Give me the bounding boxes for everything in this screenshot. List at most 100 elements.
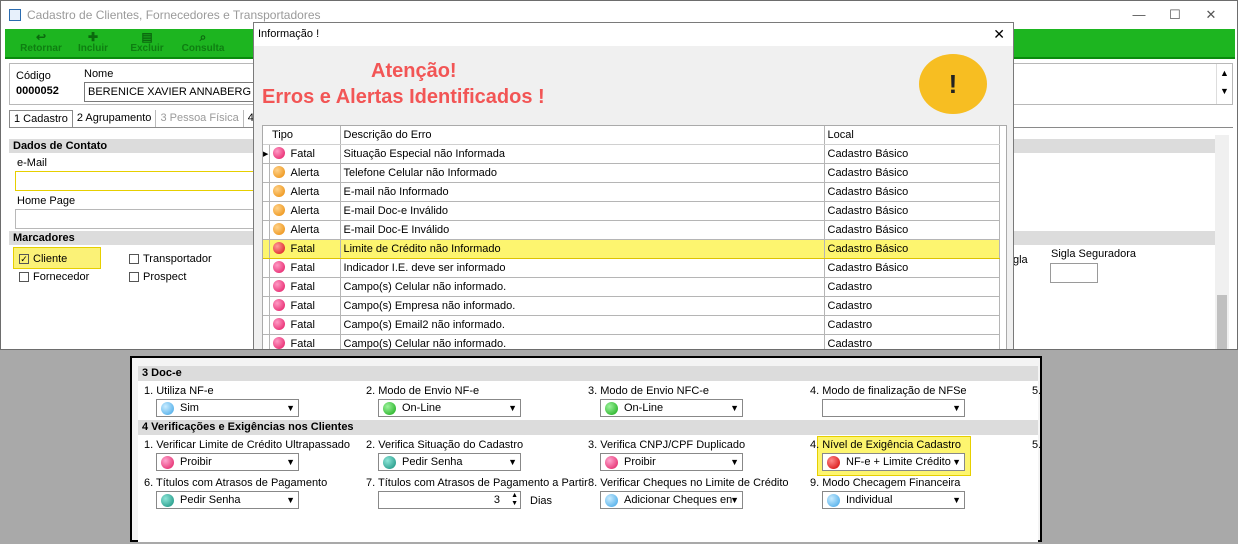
homepage-label: Home Page [17, 195, 76, 207]
blue-dot-icon [605, 493, 618, 507]
prospect-label: Prospect [143, 271, 187, 283]
fatalred-status-icon [272, 242, 285, 254]
grid-header: Tipo Descrição do Erro Local [263, 126, 1000, 145]
cell-descricao: Limite de Crédito não Informado [340, 238, 825, 259]
modo-envio-nfe-select[interactable]: On-Line ▼ [378, 399, 521, 417]
tab-pessoa-fisica[interactable]: 3 Pessoa Física [156, 110, 244, 127]
config-panel: 3 Doc-e 1. Utiliza NF-e Sim ▼ 2. Modo de … [130, 356, 1042, 542]
utiliza-nfe-select[interactable]: Sim ▼ [156, 399, 299, 417]
retornar-button[interactable]: ↩ Retornar [13, 31, 69, 54]
table-row[interactable]: Alerta E-mail Doc-e Inválido Cadastro Bási… [263, 201, 1000, 221]
tab-cadastro[interactable]: 1 Cadastro [9, 110, 73, 127]
chevron-down-icon: ▼ [730, 403, 739, 413]
cell-local: Cadastro Básico [824, 182, 1000, 202]
tipo-text: Fatal [290, 243, 315, 255]
titulos-atraso-partir-spinner[interactable]: 3 ▲ ▼ [378, 491, 521, 509]
nivel-exigencia-select[interactable]: NF-e + Limite Crédito ▼ [822, 453, 965, 471]
prospect-checkbox[interactable]: Prospect [129, 271, 186, 283]
chevron-down-icon: ▼ [952, 457, 961, 467]
spinner-arrows-icon[interactable]: ▲ ▼ [511, 492, 518, 508]
blue-dot-icon [827, 493, 840, 507]
modo-finalizacao-nfse-select[interactable]: ▼ [822, 399, 965, 417]
cliente-checkbox[interactable]: ✓ Cliente [19, 253, 67, 265]
alerta-status-icon [272, 185, 285, 197]
maximize-button[interactable]: ☐ [1157, 7, 1193, 23]
titulos-atraso-partir-value: 3 [493, 494, 500, 506]
tab-agrupamento[interactable]: 2 Agrupamento [73, 110, 157, 127]
situacao-cadastro-label: 2. Verifica Situação do Cadastro [366, 439, 524, 451]
fatal-status-icon [272, 299, 285, 311]
table-row[interactable]: Fatal Indicador I.E. deve ser informado Ca… [263, 258, 1000, 278]
email-input[interactable] [15, 171, 255, 191]
cell-descricao: Telefone Celular não Informado [340, 163, 825, 183]
cell-local: Cadastro Básico [824, 163, 1000, 183]
table-row[interactable]: Fatal Campo(s) Email2 não informado. Cadas… [263, 315, 1000, 335]
cell-tipo: Fatal [269, 238, 341, 259]
return-icon: ↩ [35, 30, 47, 44]
modo-envio-nfce-select[interactable]: On-Line ▼ [600, 399, 743, 417]
nivel-exigencia-label: 4. Nível de Exigência Cadastro [810, 439, 962, 451]
cheques-limite-select[interactable]: Adicionar Cheques en ▼ [600, 491, 743, 509]
errors-grid: Tipo Descrição do Erro Local ▶ Fatal Situa… [262, 125, 1007, 349]
tipo-text: Fatal [290, 300, 315, 312]
column-local[interactable]: Local [824, 126, 1000, 145]
dialog-heading-1: Atenção! [371, 60, 457, 82]
fatal-status-icon [272, 261, 285, 273]
titulos-atraso-select[interactable]: Pedir Senha ▼ [156, 491, 299, 509]
table-row[interactable]: Fatal Campo(s) Celular não informado. Cada… [263, 277, 1000, 297]
situacao-cadastro-select[interactable]: Pedir Senha ▼ [378, 453, 521, 471]
table-row[interactable]: Fatal Limite de Crédito não Informado Cada… [263, 238, 1000, 259]
utiliza-nfe-label: 1. Utiliza NF-e [144, 385, 214, 397]
warning-icon: ! [919, 54, 987, 114]
limite-credito-select[interactable]: Proibir ▼ [156, 453, 299, 471]
cliente-label: Cliente [33, 253, 68, 265]
cell-descricao: E-mail Doc-e Inválido [340, 201, 825, 221]
tipo-text: Fatal [290, 281, 315, 293]
cell-descricao: Campo(s) Celular não informado. [340, 277, 825, 297]
blue-dot-icon [161, 401, 174, 415]
table-row[interactable]: Alerta E-mail Doc-E Inválido Cadastro Bási… [263, 220, 1000, 240]
titulos-atraso-value: Pedir Senha [180, 494, 241, 506]
cell-local: Cadastro Básico [824, 220, 1000, 240]
table-row[interactable]: Alerta E-mail não Informado Cadastro Básic… [263, 182, 1000, 202]
cell-local: Cadastro [824, 277, 1000, 297]
minimize-button[interactable]: — [1121, 7, 1157, 23]
transportador-checkbox[interactable]: Transportador [129, 253, 212, 265]
codigo-value: 0000052 [16, 85, 59, 97]
add-icon: ✚ [87, 30, 99, 44]
teal-dot-icon [383, 455, 396, 469]
sigla-partial-label: gla [1013, 254, 1028, 266]
cell-tipo: Fatal [269, 334, 341, 349]
modo-checagem-value: Individual [846, 494, 893, 506]
chevron-down-icon: ▼ [286, 403, 295, 413]
scroll-thumb[interactable] [1217, 295, 1227, 349]
main-window: Cadastro de Clientes, Fornecedores e Tra… [0, 0, 1238, 350]
modo-envio-nfe-label: 2. Modo de Envio NF-e [366, 385, 480, 397]
column-tipo[interactable]: Tipo [269, 126, 341, 145]
sigla-seguradora-input[interactable] [1050, 263, 1098, 283]
table-row[interactable]: Alerta Telefone Celular não Informado Cada… [263, 163, 1000, 183]
form-scrollbar[interactable] [1215, 135, 1229, 349]
header-scrollbar[interactable]: ▲ ▼ [1216, 64, 1232, 104]
table-row[interactable]: ▶ Fatal Situação Especial não Informada Cad… [263, 144, 1000, 164]
consulta-button[interactable]: ⌕ Consulta [175, 31, 231, 54]
excluir-button[interactable]: ▤ Excluir [119, 31, 175, 54]
dialog-heading-2: Erros e Alertas Identificados ! [262, 86, 545, 108]
column-descricao[interactable]: Descrição do Erro [340, 126, 825, 145]
tipo-text: Alerta [290, 224, 320, 236]
fatal-status-icon [272, 318, 285, 330]
fornecedor-checkbox[interactable]: Fornecedor [19, 271, 89, 283]
pink-dot-icon [605, 455, 618, 469]
nome-input[interactable]: BERENICE XAVIER ANNABERG -tste [84, 82, 264, 102]
homepage-input[interactable] [15, 209, 255, 229]
close-button[interactable]: ✕ [1193, 7, 1229, 23]
dialog-close-button[interactable]: ✕ [993, 23, 1005, 45]
table-row[interactable]: Fatal Campo(s) Empresa não informado. Cada… [263, 296, 1000, 316]
cnpj-duplicado-select[interactable]: Proibir ▼ [600, 453, 743, 471]
titulos-atraso-partir-label: 7. Títulos com Atrasos de Pagamento a Pa… [366, 477, 588, 489]
cell-local: Cadastro [824, 296, 1000, 316]
modo-checagem-select[interactable]: Individual ▼ [822, 491, 965, 509]
cell-local: Cadastro [824, 334, 1000, 349]
table-row[interactable]: Fatal Campo(s) Celular não informado. Cada… [263, 334, 1000, 349]
incluir-button[interactable]: ✚ Incluir [65, 31, 121, 54]
